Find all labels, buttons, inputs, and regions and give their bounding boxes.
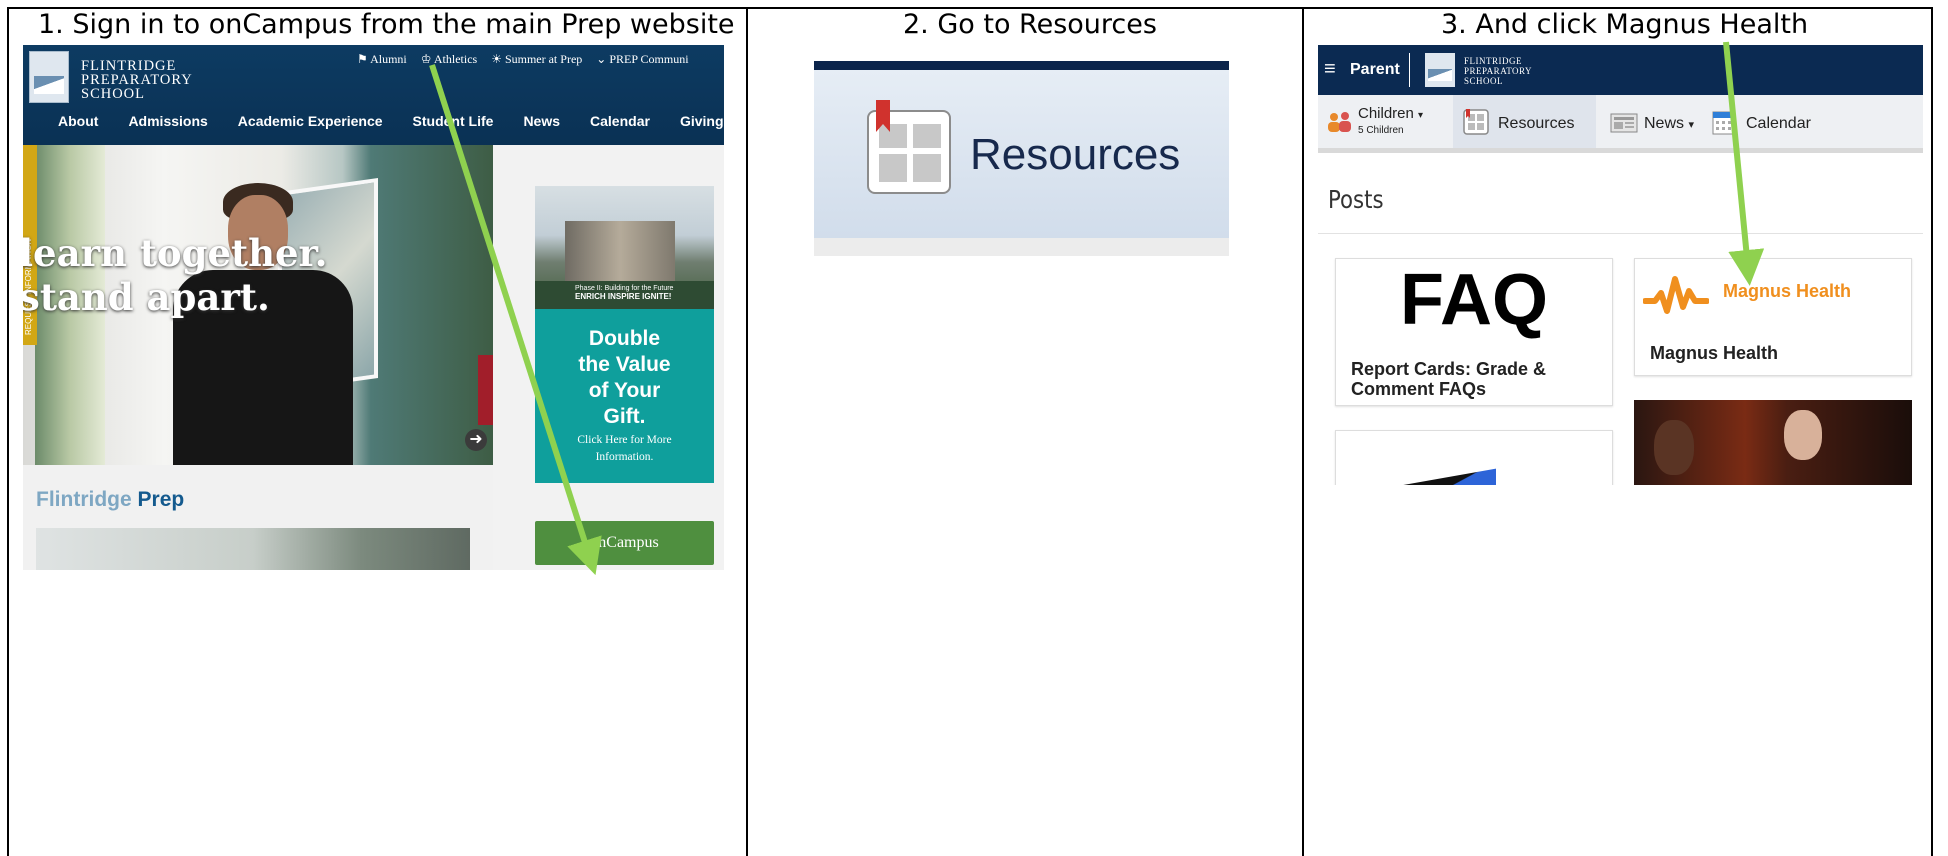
athletics-link[interactable]: ♔ Athletics <box>421 52 477 67</box>
prep-community-link[interactable]: ⌄ PREP Communi <box>596 52 688 67</box>
building-photo: Phase II: Building for the Future ENRICH… <box>535 186 714 309</box>
news-menu[interactable]: News ▾ <box>1644 115 1694 133</box>
school-logo-text[interactable]: FLINTRIDGE PREPARATORY SCHOOL <box>81 59 193 102</box>
utility-nav: ⚑ Alumni ♔ Athletics ☀ Summer at Prep ⌄ … <box>357 52 689 67</box>
laptop-post-card[interactable] <box>1335 430 1613 485</box>
news-icon <box>1610 113 1638 133</box>
magnus-health-title[interactable]: Magnus Health <box>1650 343 1778 363</box>
children-icon <box>1328 112 1351 132</box>
resources-label[interactable]: Resources <box>970 130 1180 180</box>
ad-subtitle: Click Here for More Information. <box>577 434 672 463</box>
resources-zoom-screenshot: Resources <box>814 61 1229 256</box>
nav-admissions[interactable]: Admissions <box>128 113 207 129</box>
carousel-next-icon[interactable]: ➜ <box>465 429 487 451</box>
nav-news[interactable]: News <box>523 113 560 129</box>
site-header: FLINTRIDGE PREPARATORY SCHOOL ⚑ Alumni ♔… <box>23 45 724 145</box>
hero-headline: learn together. stand apart. <box>23 231 328 319</box>
magnus-health-card[interactable]: Magnus Health Magnus Health <box>1634 258 1912 376</box>
faq-post-card[interactable]: FAQ Report Cards: Grade & Comment FAQs <box>1335 258 1613 406</box>
oncampus-button[interactable]: onCampus <box>535 521 714 565</box>
giving-ad[interactable]: Phase II: Building for the Future ENRICH… <box>535 186 714 483</box>
step3-caption: 3. And click Magnus Health <box>1441 9 1809 40</box>
nav-academic-experience[interactable]: Academic Experience <box>238 113 383 129</box>
nav-calendar[interactable]: Calendar <box>590 113 650 129</box>
step2-caption: 2. Go to Resources <box>903 9 1157 40</box>
school-logo-icon[interactable] <box>1425 53 1455 87</box>
concert-post-image[interactable] <box>1634 400 1912 485</box>
school-logo-icon[interactable] <box>29 51 69 103</box>
magnus-health-logo-icon <box>1643 276 1709 314</box>
main-nav: About Admissions Academic Experience Stu… <box>58 113 724 129</box>
role-label[interactable]: Parent <box>1350 61 1400 79</box>
alumni-link[interactable]: ⚑ Alumni <box>357 52 407 67</box>
faq-post-title: Report Cards: Grade & Comment FAQs <box>1351 359 1547 399</box>
portal-nav: Children ▾ 5 Children Resources News ▾ C… <box>1318 95 1923 153</box>
section-title: Flintridge Prep <box>36 488 185 511</box>
nav-about[interactable]: About <box>58 113 98 129</box>
magnus-health-logo-text: Magnus Health <box>1723 281 1852 301</box>
hamburger-menu-icon[interactable]: ≡ <box>1324 59 1336 79</box>
school-logo-text[interactable]: FLINTRIDGE PREPARATORY SCHOOL <box>1464 56 1532 86</box>
calendar-tab[interactable]: Calendar <box>1746 115 1811 133</box>
calendar-icon <box>1712 111 1736 135</box>
nav-giving[interactable]: Giving <box>680 113 724 129</box>
resources-tab[interactable]: Resources <box>1498 115 1574 133</box>
children-menu[interactable]: Children ▾ 5 Children <box>1358 106 1423 137</box>
ad-title: Double the Value of Your Gift. <box>578 327 671 428</box>
summer-link[interactable]: ☀ Summer at Prep <box>491 52 582 67</box>
faq-image-text: FAQ <box>1399 260 1548 340</box>
resources-icon <box>1463 109 1489 135</box>
step1-caption: 1. Sign in to onCampus from the main Pre… <box>38 9 735 40</box>
prep-website-screenshot: FLINTRIDGE PREPARATORY SCHOOL ⚑ Alumni ♔… <box>23 45 724 570</box>
column-divider <box>746 7 748 856</box>
nav-student-life[interactable]: Student Life <box>413 113 494 129</box>
laptop-image <box>1356 468 1496 485</box>
column-divider <box>1302 7 1304 856</box>
posts-heading: Posts <box>1328 185 1384 214</box>
portal-header: ≡ Parent FLINTRIDGE PREPARATORY SCHOOL <box>1318 45 1923 95</box>
section-photo <box>36 528 470 570</box>
